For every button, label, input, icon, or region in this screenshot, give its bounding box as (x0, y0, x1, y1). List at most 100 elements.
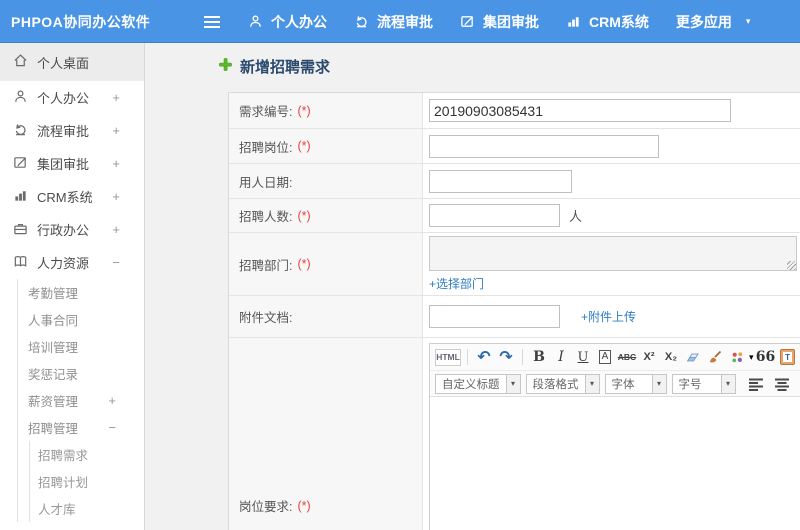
expand-plus-icon[interactable]: + (112, 189, 120, 204)
label-text: 需求编号: (239, 105, 293, 119)
resize-grip-icon[interactable] (787, 261, 796, 270)
required-mark: (*) (297, 498, 311, 513)
html-source-button[interactable]: HTML (435, 348, 461, 366)
sidebar-item-recruitment[interactable]: 招聘管理 − (18, 414, 144, 441)
sidebar-item-label: 招聘管理 (28, 422, 79, 436)
sidebar: 个人桌面 个人办公 + 流程审批 + 集团审批 + CRM系统 + 行政办公 +… (0, 43, 145, 530)
field-label: 用人日期: (229, 164, 423, 198)
autotypeset-button[interactable]: A (595, 347, 615, 367)
sidebar-item-hr-contracts[interactable]: 人事合同 (18, 306, 144, 333)
sidebar-item-training[interactable]: 培训管理 (18, 333, 144, 360)
unit-label: 人 (569, 209, 583, 224)
select-department-link[interactable]: +选择部门 (429, 275, 484, 292)
attachment-input[interactable] (429, 305, 560, 328)
bold-button[interactable]: B (529, 347, 549, 367)
request-no-input[interactable] (429, 99, 731, 122)
hire-date-input[interactable] (429, 169, 572, 193)
chevron-down-icon: ▾ (505, 374, 520, 393)
top-nav-group-approval[interactable]: 集团审批 (460, 12, 539, 32)
required-mark: (*) (297, 139, 311, 153)
sidebar-item-label: 流程审批 (37, 124, 90, 139)
sidebar-item-label: 薪资管理 (28, 395, 79, 409)
strikethrough-button[interactable]: ABC (617, 347, 637, 367)
attachment-upload-link[interactable]: +附件上传 (581, 308, 636, 325)
dropdown-label: 字号 (678, 378, 702, 391)
menu-toggle-icon[interactable] (204, 16, 220, 18)
sidebar-item-recruit-request[interactable]: 招聘需求 (30, 441, 144, 468)
collapse-minus-icon[interactable]: − (112, 255, 120, 270)
sidebar-item-crm[interactable]: CRM系统 + (0, 180, 144, 213)
edit-icon (460, 14, 475, 29)
paste-icon[interactable]: T (778, 347, 798, 367)
top-nav-label: 更多应用 (675, 13, 732, 30)
expand-plus-icon[interactable]: + (112, 156, 120, 171)
alignment-buttons (746, 374, 800, 394)
sidebar-item-personal-office[interactable]: 个人办公 + (0, 81, 144, 114)
custom-title-dropdown[interactable]: 自定义标题 ▾ (435, 373, 521, 394)
sidebar-item-talent-pool[interactable]: 人才库 (30, 495, 144, 522)
top-nav-crm[interactable]: CRM系统 (566, 12, 649, 32)
form-row-position: 招聘岗位: (*) (229, 129, 800, 164)
sidebar-item-rewards[interactable]: 奖惩记录 (18, 360, 144, 387)
eraser-icon[interactable] (683, 347, 703, 367)
font-size-dropdown[interactable]: 字号 ▾ (671, 373, 736, 394)
sidebar-item-group-approval[interactable]: 集团审批 + (0, 147, 144, 180)
superscript-button[interactable]: X² (639, 347, 659, 367)
sidebar-item-attendance[interactable]: 考勤管理 (18, 279, 144, 306)
bar-chart-icon (13, 188, 28, 206)
editor-content-area[interactable] (430, 397, 800, 530)
expand-plus-icon[interactable]: + (112, 222, 120, 237)
sidebar-item-label: 人事合同 (28, 314, 79, 328)
align-left-icon[interactable] (746, 374, 766, 394)
top-nav-more-apps[interactable]: 更多应用 ▾ (676, 12, 751, 32)
bar-chart-icon (566, 14, 581, 29)
font-family-dropdown[interactable]: 字体 ▾ (604, 373, 667, 394)
align-center-icon[interactable] (772, 374, 792, 394)
sidebar-item-label: 行政办公 (37, 223, 90, 238)
sidebar-item-label: 奖惩记录 (28, 368, 79, 382)
label-text: 招聘人数: (239, 210, 293, 224)
collapse-minus-icon[interactable]: − (108, 420, 116, 435)
label-text: 招聘部门: (239, 258, 293, 273)
required-mark: (*) (297, 208, 311, 223)
scrawl-color-icon[interactable] (727, 347, 747, 367)
sidebar-item-admin-office[interactable]: 行政办公 + (0, 213, 144, 246)
page-title: 新增招聘需求 (218, 56, 330, 77)
sidebar-item-human-resources[interactable]: 人力资源 − (0, 246, 144, 279)
subscript-button[interactable]: X₂ (661, 347, 681, 367)
expand-plus-icon[interactable]: + (108, 393, 116, 408)
form-row-job-requirements: 岗位要求: (*) HTML ↶ ↷ B I U A ABC X² X₂ ▾ 6… (229, 338, 800, 530)
sidebar-item-label: CRM系统 (37, 190, 93, 205)
sidebar-item-personal-desktop[interactable]: 个人桌面 (0, 43, 144, 81)
redo-icon[interactable]: ↷ (496, 347, 516, 367)
blockquote-button[interactable]: 66 (756, 347, 776, 367)
headcount-input[interactable] (429, 204, 560, 227)
top-nav-workflow-approval[interactable]: 流程审批 (354, 12, 433, 32)
field-label: 附件文档: (229, 296, 423, 337)
autotypeset-glyph: A (598, 350, 612, 364)
expand-plus-icon[interactable]: + (112, 90, 120, 105)
chevron-down-icon: ▾ (720, 374, 735, 393)
sidebar-item-label: 考勤管理 (28, 287, 79, 301)
position-input[interactable] (429, 134, 659, 158)
chevron-down-icon[interactable]: ▾ (749, 352, 754, 362)
department-textarea[interactable] (429, 236, 797, 271)
history-arrow-icon (354, 14, 369, 29)
form-row-headcount: 招聘人数: (*) 人 (229, 199, 800, 233)
sidebar-item-recruit-plan[interactable]: 招聘计划 (30, 468, 144, 495)
hr-submenu: 考勤管理 人事合同 培训管理 奖惩记录 薪资管理 + 招聘管理 − 招聘需求 招… (17, 279, 144, 522)
undo-icon[interactable]: ↶ (474, 347, 494, 367)
sidebar-item-salary[interactable]: 薪资管理 + (18, 387, 144, 414)
paste-t-glyph: T (783, 352, 793, 362)
underline-button[interactable]: U (573, 347, 593, 367)
form-row-hire-date: 用人日期: (229, 164, 800, 199)
paragraph-format-dropdown[interactable]: 段落格式 ▾ (525, 373, 600, 394)
top-nav-personal-office[interactable]: 个人办公 (248, 12, 327, 32)
user-icon (13, 89, 28, 107)
sidebar-item-label: 个人办公 (37, 91, 90, 106)
format-brush-icon[interactable] (705, 347, 725, 367)
field-label: 需求编号: (*) (229, 93, 423, 128)
sidebar-item-workflow-approval[interactable]: 流程审批 + (0, 114, 144, 147)
italic-button[interactable]: I (551, 347, 571, 367)
expand-plus-icon[interactable]: + (112, 123, 120, 138)
